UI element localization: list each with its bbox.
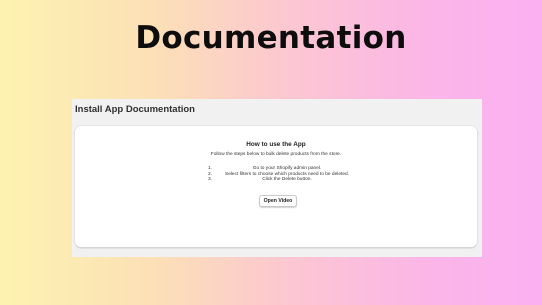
instructions-card: How to use the App Follow the steps belo… [75, 126, 477, 247]
steps-list: 1. Go to your Shopify admin panel. 2. Se… [208, 166, 358, 183]
documentation-panel: Install App Documentation How to use the… [72, 99, 482, 257]
open-video-button[interactable]: Open Video [259, 195, 297, 207]
card-heading: How to use the App [246, 141, 306, 148]
step-number: 3. [208, 177, 213, 183]
step-item: 3. Click the Delete button. [208, 177, 358, 183]
banner-title: Documentation [135, 20, 407, 56]
card-subtitle: Follow the steps below to bulk delete pr… [210, 152, 342, 157]
panel-title: Install App Documentation [75, 104, 195, 115]
page: { "banner": { "title": "Documentation" }… [0, 0, 542, 305]
step-text: Click the Delete button. [262, 177, 312, 183]
